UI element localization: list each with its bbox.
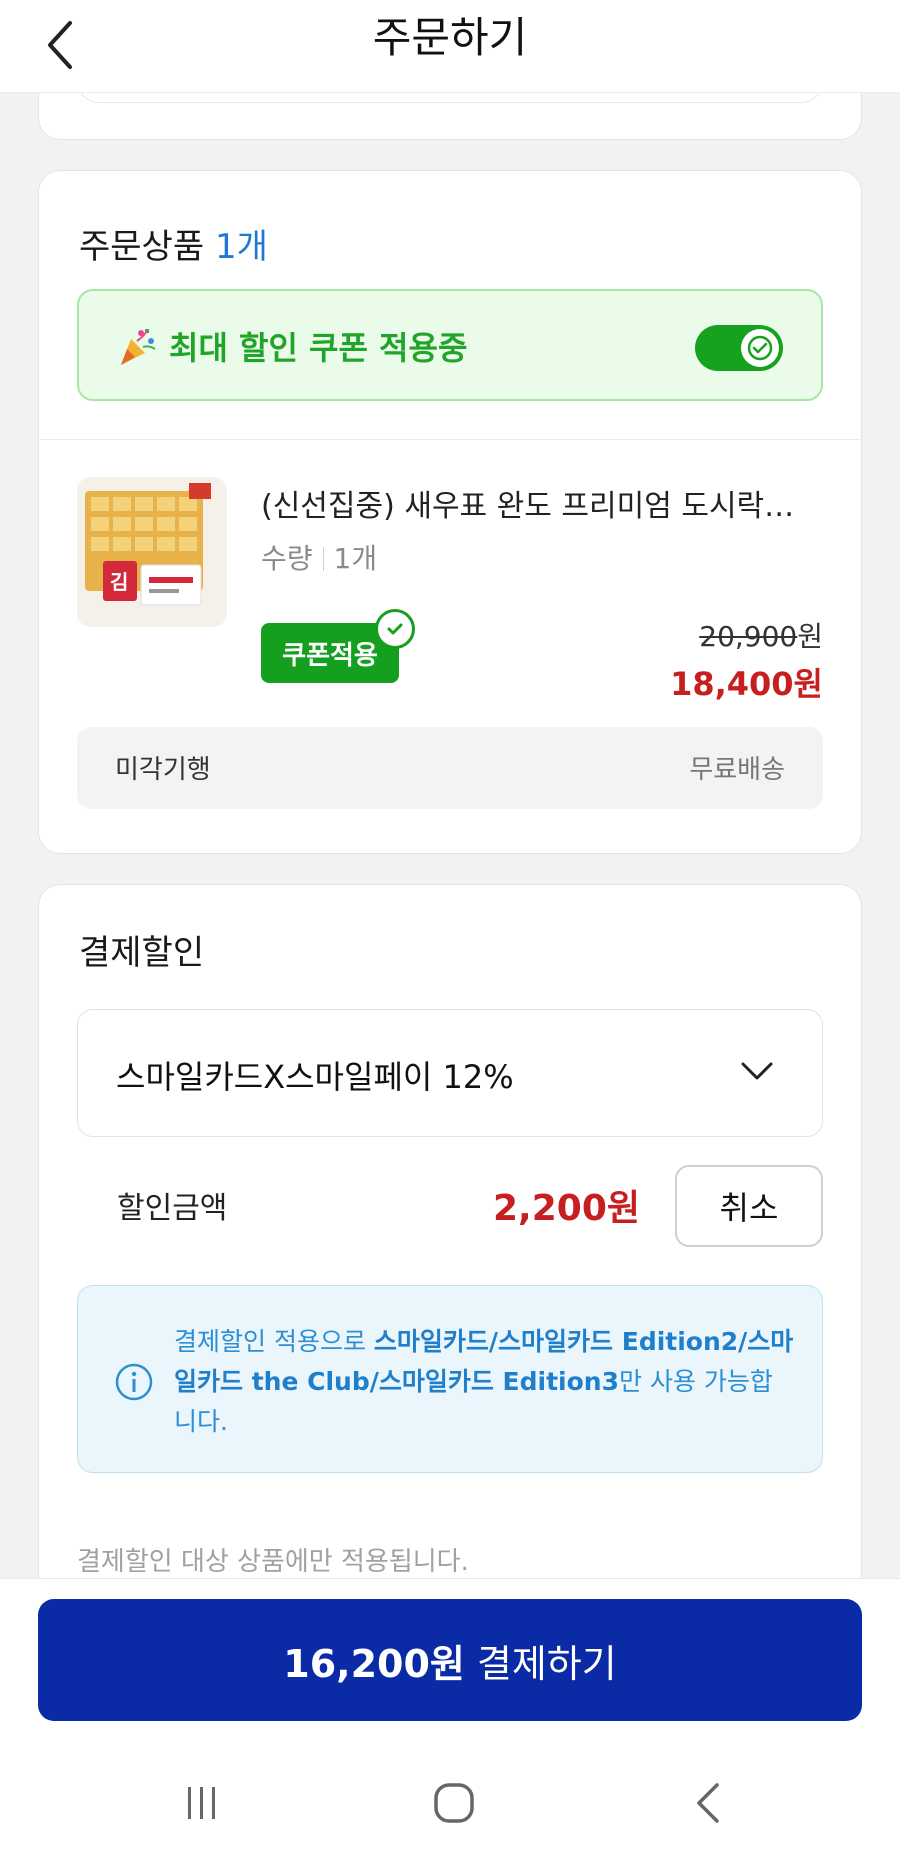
notice-text: 결제할인 적용으로 스마일카드/스마일카드 Edition2/스마일카드 the… <box>174 1322 794 1442</box>
discount-option-select[interactable]: 스마일카드X스마일페이 12% <box>77 1009 823 1137</box>
check-icon <box>747 335 773 361</box>
toggle-knob <box>741 329 779 367</box>
max-coupon-banner: 최대 할인 쿠폰 적용중 <box>77 289 823 401</box>
coupon-toggle[interactable] <box>695 325 783 371</box>
recent-apps-icon <box>188 1787 215 1819</box>
coupon-check-badge <box>375 609 415 649</box>
recent-apps-button[interactable] <box>172 1775 232 1831</box>
checkout-amount: 16,200원 <box>283 1641 465 1686</box>
order-count: 1개 <box>214 227 268 267</box>
card-restriction-notice: 결제할인 적용으로 스마일카드/스마일카드 Edition2/스마일카드 the… <box>77 1285 823 1473</box>
home-button[interactable] <box>424 1775 484 1831</box>
payment-discount-title: 결제할인 <box>79 933 205 973</box>
seller-name: 미각기행 <box>115 755 211 785</box>
discount-amount-value: 2,200원 <box>493 1188 640 1229</box>
discount-amount-label: 할인금액 <box>117 1191 228 1226</box>
original-price-value: 20,900 <box>699 620 798 653</box>
svg-text:김: 김 <box>110 570 128 594</box>
cancel-discount-button[interactable]: 취소 <box>675 1165 823 1247</box>
checkout-button[interactable]: 16,200원 결제하기 <box>38 1599 862 1721</box>
page-title: 주문하기 <box>372 13 528 62</box>
notice-prefix: 결제할인 적용으로 <box>174 1327 374 1356</box>
checkout-bar: 16,200원 결제하기 <box>0 1578 900 1849</box>
product-name[interactable]: (신선집중) 새우표 완도 프리미엄 도시락… <box>261 481 827 525</box>
checkout-label: 결제하기 <box>476 1641 617 1686</box>
section-divider <box>39 439 861 440</box>
back-arrow-icon <box>697 1783 719 1823</box>
order-title-label: 주문상품 <box>79 227 205 267</box>
system-back-button[interactable] <box>678 1775 738 1831</box>
quantity-label: 수량 <box>261 542 313 575</box>
system-nav-bar <box>0 1757 900 1847</box>
payment-discount-card: 결제할인 스마일카드X스마일페이 12% 할인금액 2,200원 취소 결제할인… <box>38 884 862 1604</box>
product-thumbnail[interactable]: 김 <box>77 477 227 627</box>
party-popper-icon <box>121 329 156 365</box>
original-price: 20,900원 <box>699 615 823 655</box>
order-section-title: 주문상품 1개 <box>79 219 268 268</box>
delivery-info: 미각기행 무료배송 <box>77 727 823 809</box>
top-app-bar: 주문하기 <box>0 0 900 93</box>
coupon-banner-text: 최대 할인 쿠폰 적용중 <box>169 329 468 367</box>
check-icon <box>387 623 403 635</box>
quantity-separator <box>322 547 324 571</box>
order-products-card: 주문상품 1개 최대 할인 쿠폰 적용중 김 (신선집중) 새우표 완도 프리미… <box>38 170 862 854</box>
quantity-value: 1개 <box>333 542 378 575</box>
selected-discount-option: 스마일카드X스마일페이 12% <box>116 1058 514 1096</box>
product-image: 김 <box>77 477 227 627</box>
chevron-down-icon <box>741 1062 773 1080</box>
quantity-row: 수량 1개 <box>261 537 377 577</box>
info-icon <box>115 1363 153 1401</box>
original-price-unit: 원 <box>797 620 823 653</box>
discount-footnote: 결제할인 대상 상품에만 적용됩니다. <box>77 1547 469 1577</box>
sale-price: 18,400원 <box>670 665 823 703</box>
home-icon <box>434 1783 474 1823</box>
shipping-fee: 무료배송 <box>689 755 785 785</box>
